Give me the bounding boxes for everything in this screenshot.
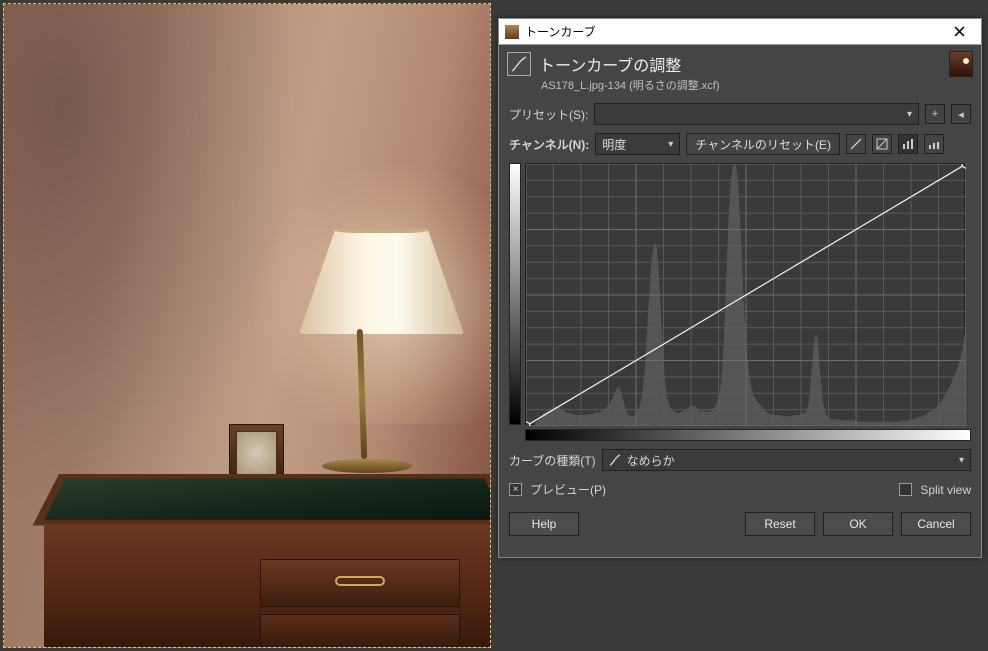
- channel-reset-label: チャンネルのリセット(E): [695, 136, 831, 153]
- help-button[interactable]: Help: [509, 512, 579, 536]
- help-label: Help: [532, 517, 557, 531]
- reset-label: Reset: [764, 517, 795, 531]
- preset-add-button[interactable]: +: [925, 104, 945, 124]
- histogram-perceptual-icon: [876, 138, 888, 150]
- histogram-lin-scale-button[interactable]: [898, 134, 918, 154]
- curve-type-label: カーブの種類(T): [509, 452, 596, 469]
- histogram-log-scale-button[interactable]: [924, 134, 944, 154]
- histogram-linear-button[interactable]: [846, 134, 866, 154]
- app-icon: [505, 25, 519, 39]
- channel-reset-button[interactable]: チャンネルのリセット(E): [686, 133, 840, 155]
- chevron-down-icon: ▾: [907, 109, 912, 120]
- cancel-label: Cancel: [917, 517, 954, 531]
- menu-left-icon: ◂: [958, 108, 964, 121]
- preview-label: プレビュー(P): [530, 481, 606, 498]
- layer-thumbnail[interactable]: [949, 51, 973, 77]
- curves-icon: [507, 52, 531, 76]
- plus-icon: +: [932, 108, 938, 120]
- dialog-subtitle: AS178_L.jpg-134 (明るさの調整.xcf): [499, 77, 981, 93]
- preview-checkbox[interactable]: ×: [509, 483, 522, 496]
- photo-drawer2: [260, 614, 460, 648]
- photo-desk-top: [33, 474, 491, 526]
- preset-select[interactable]: ▾: [594, 103, 919, 125]
- channel-label: チャンネル(N):: [509, 136, 589, 153]
- chevron-down-icon: ▾: [668, 139, 673, 150]
- ok-button[interactable]: OK: [823, 512, 893, 536]
- photo-drawer-handle: [335, 576, 385, 586]
- curves-dialog: トーンカーブ トーンカーブの調整 AS178_L.jpg-134 (明るさの調整…: [498, 18, 982, 558]
- smooth-curve-icon: [609, 454, 621, 466]
- close-icon: [954, 26, 965, 37]
- bars-log-icon: [928, 138, 940, 150]
- input-gradient[interactable]: [525, 429, 971, 441]
- canvas-image[interactable]: [3, 3, 491, 648]
- chevron-down-icon: ▾: [959, 455, 964, 466]
- close-button[interactable]: [939, 20, 979, 44]
- curves-graph[interactable]: [525, 163, 965, 425]
- channel-select[interactable]: 明度 ▾: [595, 133, 680, 155]
- preset-menu-button[interactable]: ◂: [951, 104, 971, 124]
- preset-label: プリセット(S):: [509, 106, 588, 123]
- histogram-linear-icon: [850, 138, 862, 150]
- channel-value: 明度: [602, 136, 626, 153]
- histogram-perceptual-button[interactable]: [872, 134, 892, 154]
- window-title: トーンカーブ: [525, 23, 596, 40]
- split-view-checkbox[interactable]: [899, 483, 912, 496]
- bars-icon: [902, 138, 914, 150]
- ok-label: OK: [849, 517, 866, 531]
- curves-svg: [526, 164, 966, 426]
- photo-lamp-base: [322, 459, 412, 473]
- reset-button[interactable]: Reset: [745, 512, 815, 536]
- dialog-title: トーンカーブの調整: [539, 52, 681, 76]
- curve-type-value: なめらか: [627, 452, 675, 469]
- titlebar[interactable]: トーンカーブ: [499, 19, 981, 45]
- cancel-button[interactable]: Cancel: [901, 512, 971, 536]
- split-view-label: Split view: [920, 483, 971, 497]
- output-gradient[interactable]: [509, 163, 521, 425]
- curve-type-select[interactable]: なめらか ▾: [602, 449, 971, 471]
